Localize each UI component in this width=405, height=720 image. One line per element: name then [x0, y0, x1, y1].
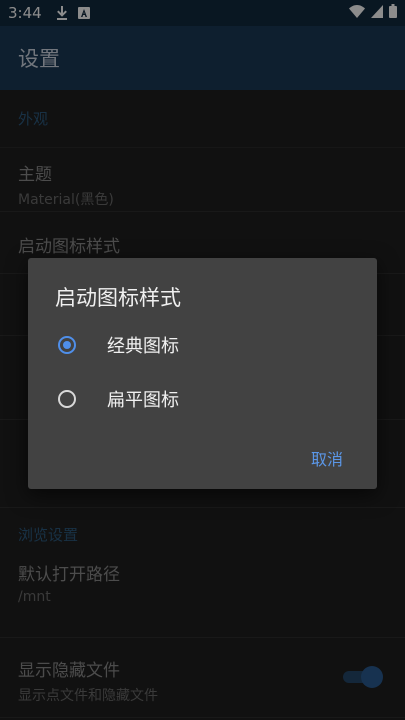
dialog-title: 启动图标样式 [55, 286, 181, 310]
option-classic-icon[interactable]: 经典图标 [55, 325, 355, 365]
option-label: 经典图标 [107, 336, 179, 357]
radio-checked-icon[interactable] [58, 336, 76, 354]
radio-unchecked-icon[interactable] [58, 390, 76, 408]
option-flat-icon[interactable]: 扁平图标 [55, 379, 355, 419]
option-label: 扁平图标 [107, 390, 179, 411]
cancel-button[interactable]: 取消 [311, 446, 343, 470]
launcher-icon-dialog: 启动图标样式 经典图标 扁平图标 取消 [28, 258, 377, 489]
